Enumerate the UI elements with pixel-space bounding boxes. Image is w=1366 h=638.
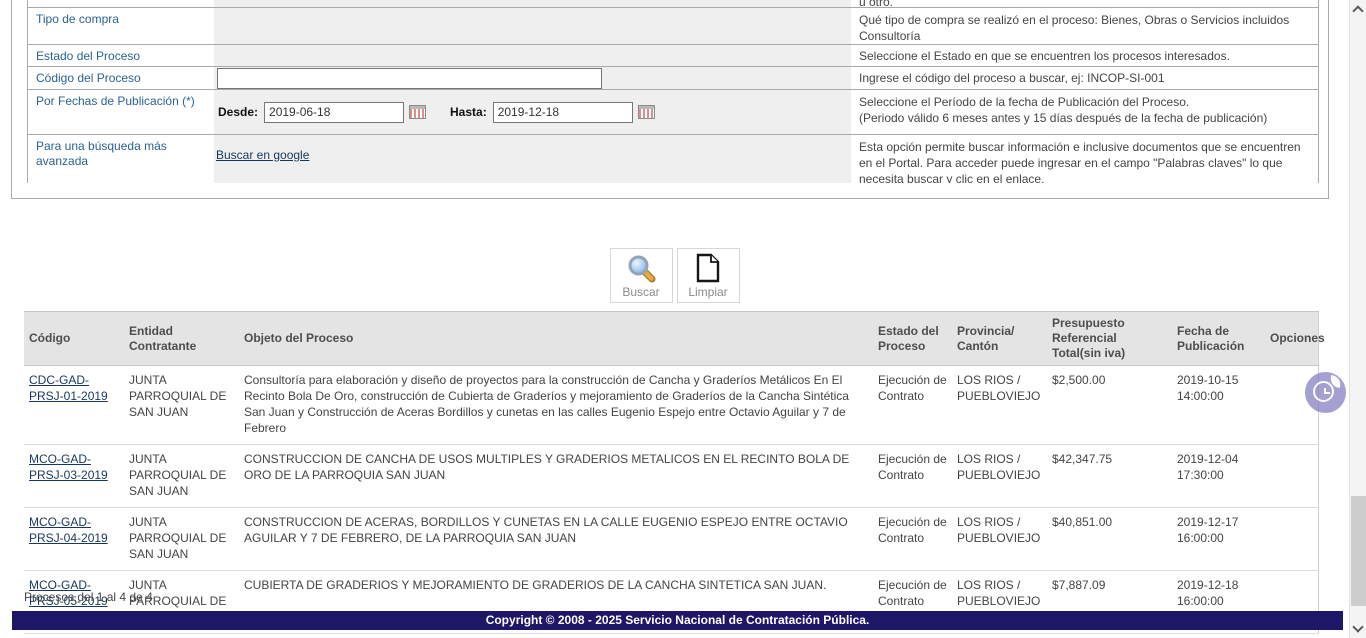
limpiar-button[interactable]: Limpiar <box>677 248 740 303</box>
cell-estado: Ejecución de Contrato <box>873 445 952 508</box>
header-presupuesto-referencial: Presupuesto Referencial Total(sin iva) <box>1047 312 1172 366</box>
floating-history-widget[interactable] <box>1305 372 1346 413</box>
hasta-label: Hasta: <box>450 105 487 119</box>
fechas-publicacion-label: Por Fechas de Publicación (*) <box>28 90 214 134</box>
search-panel: u otro. Tipo de compra Qué tipo de compr… <box>11 0 1329 199</box>
desde-date-input[interactable] <box>264 102 404 123</box>
tipo-de-compra-label: Tipo de compra <box>28 8 214 44</box>
fechas-help-line1: Seleccione el Período de la fecha de Pub… <box>859 94 1312 110</box>
buscar-en-google-link[interactable]: Buscar en google <box>216 148 309 162</box>
copyright-bar: Copyright © 2008 - 2025 Servicio Naciona… <box>12 611 1343 630</box>
action-buttons: Buscar Limpiar <box>0 248 1349 303</box>
scrollbar-thumb[interactable] <box>1351 496 1366 606</box>
results-table: Código Entidad Contratante Objeto del Pr… <box>24 311 1319 634</box>
codigo-del-proceso-help: Ingrese el código del proceso a buscar, … <box>851 67 1318 89</box>
cell-estado: Ejecución de Contrato <box>873 366 952 445</box>
form-row-fechas-publicacion: Por Fechas de Publicación (*) Desde: Has… <box>28 90 1318 135</box>
buscar-button[interactable]: Buscar <box>610 248 673 303</box>
partial-help-text: u otro. <box>859 0 1312 7</box>
cell-fecha: 2019-12-17 16:00:00 <box>1172 508 1265 571</box>
hasta-calendar-icon[interactable] <box>638 105 655 119</box>
form-row-estado-del-proceso: Estado del Proceso Seleccione el Estado … <box>28 45 1318 67</box>
cell-presupuesto: $42,347.75 <box>1047 445 1172 508</box>
proceso-link[interactable]: MCO-GAD-PRSJ-03-2019 <box>29 452 108 482</box>
form-row-tipo-de-compra: Tipo de compra Qué tipo de compra se rea… <box>28 8 1318 45</box>
estado-del-proceso-label: Estado del Proceso <box>28 45 214 66</box>
results-section: Código Entidad Contratante Objeto del Pr… <box>24 311 1318 634</box>
proceso-link[interactable]: CDC-GAD-PRSJ-01-2019 <box>29 373 108 403</box>
vertical-scrollbar[interactable] <box>1349 0 1366 638</box>
cell-entidad: JUNTA PARROQUIAL DE SAN JUAN <box>124 445 239 508</box>
results-header-row: Código Entidad Contratante Objeto del Pr… <box>24 312 1318 366</box>
hasta-date-input[interactable] <box>493 102 633 123</box>
fechas-help-line2: (Periodo válido 6 meses antes y 15 días … <box>859 110 1312 126</box>
buscar-button-label: Buscar <box>622 285 659 299</box>
busqueda-avanzada-help: Esta opción permite buscar información e… <box>851 135 1318 183</box>
search-form-table: u otro. Tipo de compra Qué tipo de compr… <box>27 0 1319 183</box>
tipo-de-compra-help: Qué tipo de compra se realizó en el proc… <box>851 8 1318 44</box>
cell-provincia: LOS RIOS / PUEBLOVIEJO <box>952 366 1047 445</box>
cell-presupuesto: $2,500.00 <box>1047 366 1172 445</box>
header-objeto-del-proceso: Objeto del Proceso <box>239 312 873 366</box>
cell-objeto: CONSTRUCCION DE ACERAS, BORDILLOS Y CUNE… <box>239 508 873 571</box>
scroll-down-icon[interactable] <box>1352 621 1363 632</box>
cell-provincia: LOS RIOS / PUEBLOVIEJO <box>952 508 1047 571</box>
estado-del-proceso-value[interactable] <box>214 45 851 66</box>
table-row: CDC-GAD-PRSJ-01-2019 JUNTA PARROQUIAL DE… <box>24 366 1318 445</box>
form-row-partial: u otro. <box>28 0 1318 8</box>
header-codigo: Código <box>24 312 124 366</box>
cell-objeto: Consultoría para elaboración y diseño de… <box>239 366 873 445</box>
results-count-summary: Procesos del 1 al 4 de 4 <box>24 590 153 604</box>
cell-opciones <box>1265 508 1318 571</box>
cell-fecha: 2019-10-15 14:00:00 <box>1172 366 1265 445</box>
codigo-del-proceso-input[interactable] <box>217 68 602 89</box>
blank-page-icon <box>695 253 721 283</box>
cell-opciones <box>1265 445 1318 508</box>
cell-fecha: 2019-12-04 17:30:00 <box>1172 445 1265 508</box>
cell-objeto: CONSTRUCCION DE CANCHA DE USOS MULTIPLES… <box>239 445 873 508</box>
header-opciones: Opciones <box>1265 312 1318 366</box>
cell-presupuesto: $40,851.00 <box>1047 508 1172 571</box>
table-row: MCO-GAD-PRSJ-03-2019 JUNTA PARROQUIAL DE… <box>24 445 1318 508</box>
header-fecha-publicacion: Fecha de Publicación <box>1172 312 1265 366</box>
limpiar-button-label: Limpiar <box>688 285 727 299</box>
form-row-busqueda-avanzada: Para una búsqueda más avanzada Buscar en… <box>28 135 1318 183</box>
estado-del-proceso-help: Seleccione el Estado en que se encuentre… <box>851 45 1318 66</box>
desde-label: Desde: <box>218 105 258 119</box>
cell-entidad: JUNTA PARROQUIAL DE SAN JUAN <box>124 366 239 445</box>
tipo-de-compra-value[interactable] <box>214 8 851 44</box>
cell-entidad: JUNTA PARROQUIAL DE SAN JUAN <box>124 508 239 571</box>
header-entidad-contratante: Entidad Contratante <box>124 312 239 366</box>
table-row: MCO-GAD-PRSJ-04-2019 JUNTA PARROQUIAL DE… <box>24 508 1318 571</box>
header-estado-del-proceso: Estado del Proceso <box>873 312 952 366</box>
scroll-up-icon[interactable] <box>1352 5 1363 16</box>
procurement-search-page: u otro. Tipo de compra Qué tipo de compr… <box>0 0 1366 638</box>
desde-calendar-icon[interactable] <box>409 105 426 119</box>
cell-estado: Ejecución de Contrato <box>873 508 952 571</box>
magnifier-icon <box>626 253 656 283</box>
form-row-codigo-del-proceso: Código del Proceso Ingrese el código del… <box>28 67 1318 90</box>
busqueda-avanzada-label: Para una búsqueda más avanzada <box>28 135 214 183</box>
header-provincia-canton: Provincia/ Cantón <box>952 312 1047 366</box>
proceso-link[interactable]: MCO-GAD-PRSJ-04-2019 <box>29 515 108 545</box>
codigo-del-proceso-label: Código del Proceso <box>28 67 214 89</box>
cell-provincia: LOS RIOS / PUEBLOVIEJO <box>952 445 1047 508</box>
